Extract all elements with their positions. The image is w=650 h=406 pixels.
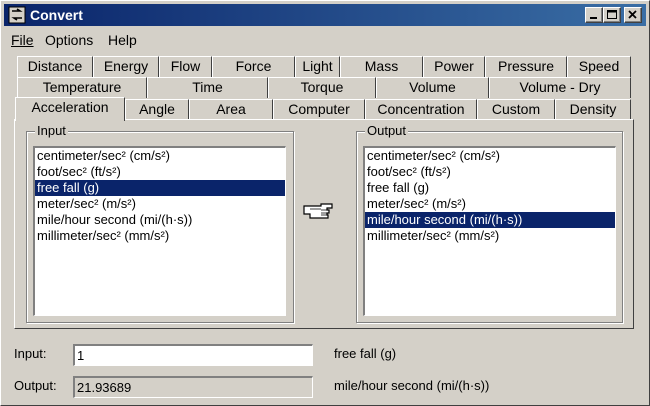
list-item[interactable]: foot/sec² (ft/s²) [365,164,615,180]
tab-concentration[interactable]: Concentration [365,99,477,120]
tab-custom[interactable]: Custom [477,99,555,120]
pointing-hand-icon [303,203,333,219]
menu-options-label: Options [45,32,94,48]
tab-angle[interactable]: Angle [125,99,189,120]
convert-window: Convert File Options Help Distance Energ… [0,0,650,406]
tab-pressure[interactable]: Pressure [485,56,567,77]
list-item[interactable]: meter/sec² (m/s²) [365,196,615,212]
minimize-button[interactable] [585,7,603,23]
minimize-icon [590,17,597,19]
list-item[interactable]: mile/hour second (mi/(h·s)) [35,212,285,228]
maximize-button[interactable] [603,7,621,23]
maximize-icon [607,10,617,19]
output-group-label: Output [365,123,409,139]
list-item[interactable]: millimeter/sec² (mm/s²) [35,228,285,244]
input-unit-text: free fall (g) [334,346,397,361]
tab-light[interactable]: Light [295,56,340,77]
output-value-field[interactable] [73,376,313,398]
tab-flow[interactable]: Flow [159,56,212,77]
tab-temperature[interactable]: Temperature [17,77,147,98]
menu-file-label: File [11,32,34,48]
menu-options[interactable]: Options [45,31,93,49]
list-item[interactable]: free fall (g) [365,180,615,196]
tab-area[interactable]: Area [189,99,273,120]
window-title: Convert [30,7,83,23]
tab-mass[interactable]: Mass [340,56,423,77]
tab-acceleration[interactable]: Acceleration [15,97,125,121]
list-item[interactable]: meter/sec² (m/s²) [35,196,285,212]
input-group-label: Input [35,123,68,139]
tab-power[interactable]: Power [423,56,485,77]
input-value-label: Input: [14,346,47,361]
list-item[interactable]: mile/hour second (mi/(h·s)) [365,212,615,228]
menu-help-label: Help [108,32,137,48]
list-item[interactable]: foot/sec² (ft/s²) [35,164,285,180]
tab-distance[interactable]: Distance [17,56,93,77]
menu-help[interactable]: Help [108,31,137,49]
list-item[interactable]: free fall (g) [35,180,285,196]
menu-bar: File Options Help [4,29,646,51]
output-unit-list[interactable]: centimeter/sec² (cm/s²) foot/sec² (ft/s²… [363,146,616,316]
tab-density[interactable]: Density [555,99,631,120]
close-button[interactable] [624,7,642,23]
tab-time[interactable]: Time [147,77,268,98]
title-bar[interactable]: Convert [4,4,646,26]
input-value-field[interactable] [73,344,313,366]
list-item[interactable]: millimeter/sec² (mm/s²) [365,228,615,244]
tab-volume[interactable]: Volume [376,77,489,98]
tab-speed[interactable]: Speed [567,56,631,77]
list-item[interactable]: centimeter/sec² (cm/s²) [35,148,285,164]
tab-volume-dry[interactable]: Volume - Dry [489,77,631,98]
output-group: Output centimeter/sec² (cm/s²) foot/sec²… [356,123,623,323]
tab-force[interactable]: Force [212,56,295,77]
close-icon [628,10,637,19]
list-item[interactable]: centimeter/sec² (cm/s²) [365,148,615,164]
tab-torque[interactable]: Torque [268,77,376,98]
tab-energy[interactable]: Energy [93,56,159,77]
menu-file[interactable]: File [11,31,34,49]
tab-computer[interactable]: Computer [273,99,365,120]
output-value-label: Output: [14,378,57,393]
convert-app-icon [8,6,26,24]
input-unit-list[interactable]: centimeter/sec² (cm/s²) foot/sec² (ft/s²… [33,146,286,316]
input-group: Input centimeter/sec² (cm/s²) foot/sec² … [26,123,294,323]
output-unit-text: mile/hour second (mi/(h·s)) [334,378,490,393]
